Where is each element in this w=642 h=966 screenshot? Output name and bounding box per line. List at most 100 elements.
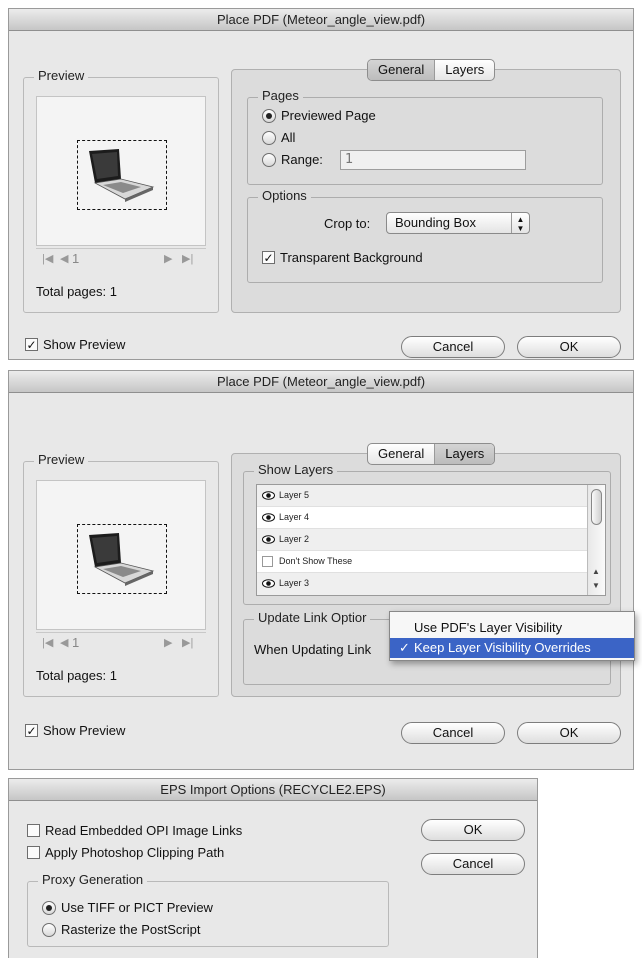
next-page-icon[interactable]: ▶ — [164, 636, 172, 649]
ok-button[interactable]: OK — [421, 819, 525, 841]
checkbox-label: Transparent Background — [280, 250, 423, 265]
page-number-field[interactable]: 1 — [72, 251, 79, 266]
layer-row[interactable]: Layer 2 — [257, 529, 587, 551]
cancel-button[interactable]: Cancel — [421, 853, 525, 875]
layer-row[interactable]: Layer 5 — [257, 485, 587, 507]
tab-general[interactable]: General — [368, 60, 435, 80]
layer-row[interactable]: Layer 3 — [257, 573, 587, 595]
show-preview-checkbox[interactable]: ✓ Show Preview — [25, 337, 125, 352]
checkbox[interactable]: ✓ — [25, 724, 38, 737]
first-page-icon[interactable]: |◀ — [42, 636, 53, 649]
update-link-label: Update Link Optior — [254, 610, 371, 625]
laptop-image — [89, 149, 155, 202]
crop-to-label: Crop to: — [324, 216, 371, 231]
checkbox[interactable]: ✓ — [25, 338, 38, 351]
read-opi-links-checkbox[interactable]: Read Embedded OPI Image Links — [27, 823, 242, 838]
when-updating-label: When Updating Link — [254, 642, 372, 657]
place-pdf-dialog-general: Place PDF (Meteor_angle_view.pdf) Previe… — [8, 8, 634, 360]
preview-label: Preview — [34, 452, 89, 467]
checkbox[interactable] — [27, 846, 40, 859]
layer-row[interactable]: Don't Show These — [257, 551, 587, 573]
eye-icon[interactable] — [262, 513, 275, 522]
visibility-toggle-empty[interactable] — [262, 556, 273, 567]
layer-row[interactable]: Layer 4 — [257, 507, 587, 529]
page-navigator: |◀ ◀ 1 ▶ ▶| — [36, 248, 206, 268]
checkbox-label: Show Preview — [43, 337, 126, 352]
ok-button[interactable]: OK — [517, 336, 621, 358]
crop-to-value: Bounding Box — [395, 215, 476, 230]
page-number-field[interactable]: 1 — [72, 635, 79, 650]
show-layers-group: Show Layers Layer 5 Layer 4 Layer 2 Don'… — [243, 462, 611, 605]
checkbox[interactable] — [27, 824, 40, 837]
eye-icon[interactable] — [262, 535, 275, 544]
tab-strip: General Layers — [367, 59, 496, 81]
scroll-up-icon[interactable]: ▲ — [592, 567, 600, 576]
pdf-preview-thumbnail — [36, 480, 206, 630]
menu-item-keep-overrides[interactable]: ✓ Keep Layer Visibility Overrides — [390, 638, 634, 658]
radio-button[interactable] — [42, 922, 56, 937]
radio-button[interactable] — [262, 130, 276, 145]
pdf-preview-thumbnail — [36, 96, 206, 246]
layer-name: Layer 3 — [279, 578, 310, 588]
eye-icon[interactable] — [262, 579, 275, 588]
tab-layers[interactable]: Layers — [434, 444, 495, 464]
layer-name: Layer 2 — [279, 534, 310, 544]
pages-label: Pages — [258, 88, 303, 103]
radio-label: Use TIFF or PICT Preview — [61, 900, 213, 915]
tab-strip: General Layers — [367, 443, 496, 465]
radio-rasterize-postscript[interactable]: Rasterize the PostScript — [42, 922, 200, 937]
checkbox-label: Show Preview — [43, 723, 126, 738]
first-page-icon[interactable]: |◀ — [42, 252, 53, 265]
radio-label: Range: — [281, 152, 323, 167]
proxy-generation-group: Proxy Generation Use TIFF or PICT Previe… — [27, 872, 389, 947]
scrollbar-thumb[interactable] — [591, 489, 602, 525]
apply-clipping-path-checkbox[interactable]: Apply Photoshop Clipping Path — [27, 845, 224, 860]
tab-general[interactable]: General — [368, 444, 434, 464]
layer-visibility-menu: Use PDF's Layer Visibility ✓ Keep Layer … — [389, 611, 635, 661]
options-group: Options Crop to: Bounding Box ▲ ▼ ✓ Trans… — [247, 188, 603, 283]
last-page-icon[interactable]: ▶| — [182, 636, 193, 649]
radio-all[interactable]: All — [262, 130, 295, 145]
menu-item-label: Keep Layer Visibility Overrides — [414, 640, 591, 655]
tab-layers[interactable]: Layers — [434, 60, 494, 80]
checkbox[interactable]: ✓ — [262, 251, 275, 264]
layer-name: Layer 5 — [279, 490, 310, 500]
last-page-icon[interactable]: ▶| — [182, 252, 193, 265]
ok-button[interactable]: OK — [517, 722, 621, 744]
crop-to-dropdown[interactable]: Bounding Box ▲ ▼ — [386, 212, 530, 234]
prev-page-icon[interactable]: ◀ — [60, 252, 68, 265]
transparent-background-checkbox[interactable]: ✓ Transparent Background — [262, 250, 423, 265]
layers-scrollbar[interactable]: ▲ ▼ — [587, 485, 605, 595]
checkbox-label: Read Embedded OPI Image Links — [45, 823, 243, 838]
radio-label: Previewed Page — [281, 108, 376, 123]
preview-group: Preview |◀ ◀ 1 ▶ ▶| Total pages: 1 — [23, 452, 219, 697]
radio-button[interactable] — [262, 108, 276, 123]
show-layers-label: Show Layers — [254, 462, 338, 477]
show-preview-checkbox[interactable]: ✓ Show Preview — [25, 723, 125, 738]
scroll-down-icon[interactable]: ▼ — [592, 581, 600, 590]
proxy-generation-label: Proxy Generation — [38, 872, 148, 887]
layer-name: Don't Show These — [279, 556, 353, 566]
page-navigator: |◀ ◀ 1 ▶ ▶| — [36, 632, 206, 652]
eye-icon[interactable] — [262, 491, 275, 500]
range-input[interactable]: 1 — [340, 150, 526, 170]
place-pdf-dialog-layers: Place PDF (Meteor_angle_view.pdf) Previe… — [8, 370, 635, 770]
cancel-button[interactable]: Cancel — [401, 336, 505, 358]
radio-tiff-pict-preview[interactable]: Use TIFF or PICT Preview — [42, 900, 213, 915]
radio-previewed-page[interactable]: Previewed Page — [262, 108, 376, 123]
radio-button[interactable] — [42, 900, 56, 915]
dialog-title: Place PDF (Meteor_angle_view.pdf) — [9, 371, 633, 393]
cancel-button[interactable]: Cancel — [401, 722, 505, 744]
menu-item-use-pdf-visibility[interactable]: Use PDF's Layer Visibility — [390, 618, 634, 638]
dialog-title: Place PDF (Meteor_angle_view.pdf) — [9, 9, 633, 31]
pages-group: Pages Previewed Page All Range: 1 — [247, 88, 603, 185]
radio-label: All — [281, 130, 296, 145]
radio-label: Rasterize the PostScript — [61, 922, 201, 937]
updown-arrows-icon: ▲ ▼ — [511, 213, 529, 233]
total-pages-text: Total pages: 1 — [36, 668, 117, 683]
radio-range[interactable]: Range: — [262, 152, 323, 167]
radio-button[interactable] — [262, 152, 276, 167]
prev-page-icon[interactable]: ◀ — [60, 636, 68, 649]
next-page-icon[interactable]: ▶ — [164, 252, 172, 265]
checkbox-label: Apply Photoshop Clipping Path — [45, 845, 225, 860]
